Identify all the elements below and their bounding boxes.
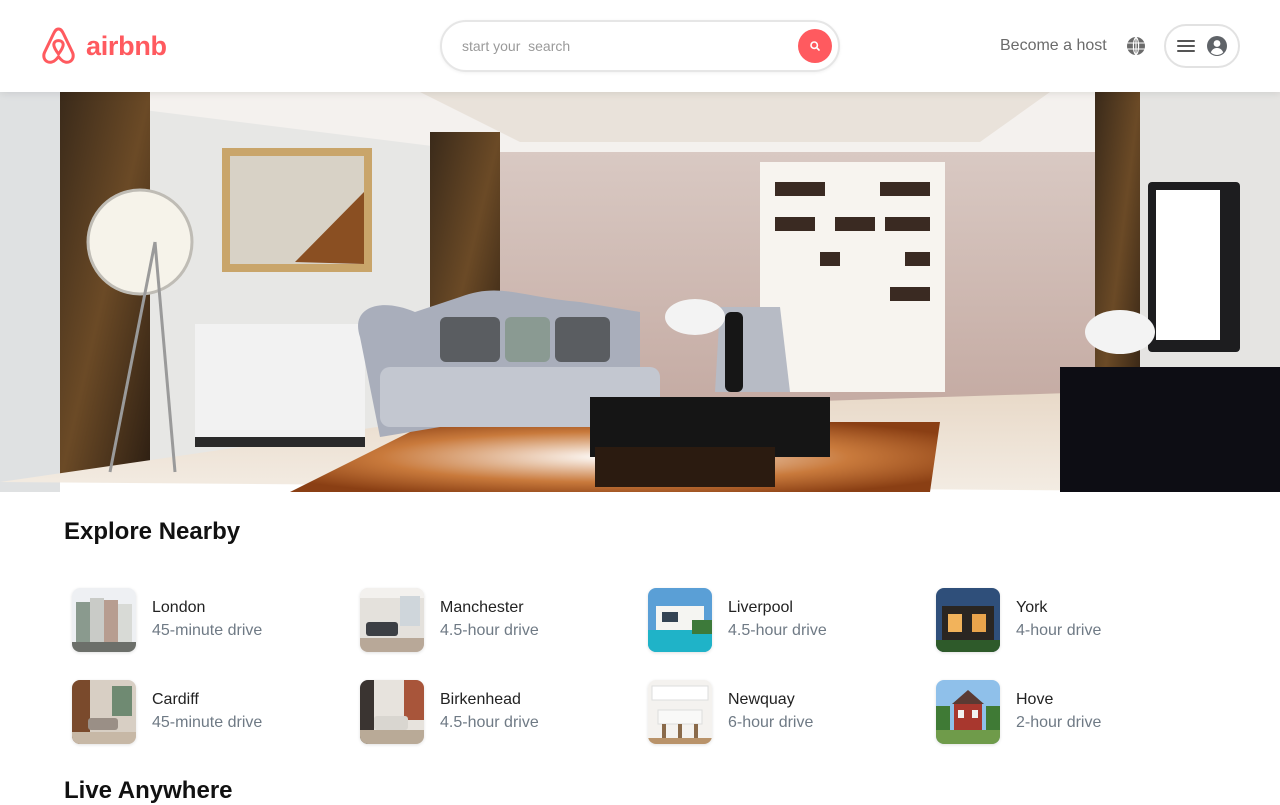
hero-image-living-room (0, 92, 1280, 492)
city-name: London (152, 599, 206, 616)
language-button[interactable] (1125, 35, 1147, 57)
thumbnail-interior-lounge (72, 680, 136, 744)
city-name: Manchester (440, 599, 524, 616)
drive-time: 6-hour drive (728, 714, 814, 731)
search-button[interactable] (798, 29, 832, 63)
drive-time: 4.5-hour drive (440, 622, 539, 639)
thumbnail-living-room-brick (360, 680, 424, 744)
user-menu-button[interactable] (1164, 24, 1240, 68)
brand-name: airbnb (86, 30, 167, 61)
city-name: Cardiff (152, 691, 199, 708)
thumbnail-townhouses (72, 588, 136, 652)
live-anywhere-heading: Live Anywhere (64, 777, 233, 804)
nearby-card-manchester[interactable]: Manchester 4.5-hour drive (360, 587, 620, 653)
city-name: York (1016, 599, 1048, 616)
thumbnail-red-brick-house (936, 680, 1000, 744)
nearby-card-hove[interactable]: Hove 2-hour drive (936, 679, 1196, 745)
city-name: Hove (1016, 691, 1054, 708)
nearby-card-liverpool[interactable]: Liverpool 4.5-hour drive (648, 587, 908, 653)
thumbnail-white-kitchen (648, 680, 712, 744)
search-input[interactable] (462, 35, 782, 57)
nearby-card-birkenhead[interactable]: Birkenhead 4.5-hour drive (360, 679, 620, 745)
user-avatar-icon (1207, 36, 1227, 56)
drive-time: 4.5-hour drive (728, 622, 827, 639)
search-icon (810, 41, 820, 51)
search-bar[interactable] (440, 20, 840, 72)
nearby-card-cardiff[interactable]: Cardiff 45-minute drive (72, 679, 332, 745)
nearby-card-newquay[interactable]: Newquay 6-hour drive (648, 679, 908, 745)
hero-banner (0, 92, 1280, 492)
city-name: Newquay (728, 691, 795, 708)
drive-time: 45-minute drive (152, 714, 263, 731)
airbnb-logo[interactable]: airbnb (40, 25, 167, 67)
drive-time: 2-hour drive (1016, 714, 1102, 731)
top-navbar: airbnb Become a host (0, 0, 1280, 92)
thumbnail-modern-house-night (936, 588, 1000, 652)
nearby-card-london[interactable]: London 45-minute drive (72, 587, 332, 653)
city-name: Birkenhead (440, 691, 521, 708)
drive-time: 4.5-hour drive (440, 714, 539, 731)
nearby-card-york[interactable]: York 4-hour drive (936, 587, 1196, 653)
city-name: Liverpool (728, 599, 793, 616)
drive-time: 4-hour drive (1016, 622, 1102, 639)
drive-time: 45-minute drive (152, 622, 263, 639)
airbnb-belo-icon (42, 27, 75, 64)
hamburger-icon (1177, 40, 1195, 52)
globe-icon (1127, 36, 1145, 56)
thumbnail-living-room (360, 588, 424, 652)
explore-nearby-heading: Explore Nearby (64, 518, 241, 545)
thumbnail-modern-villa-pool (648, 588, 712, 652)
become-host-link[interactable]: Become a host (1000, 36, 1107, 56)
